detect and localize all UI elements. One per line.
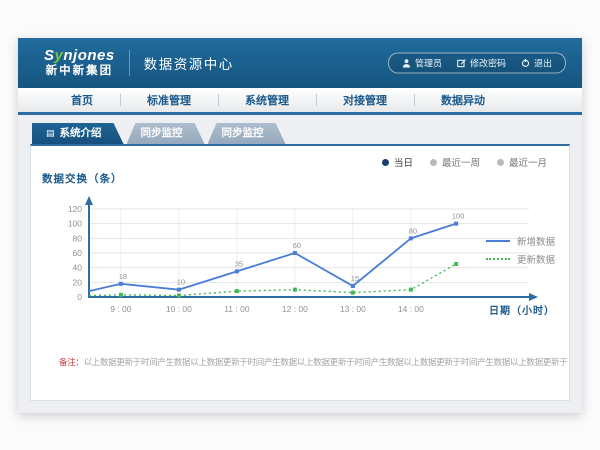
legend-label: 更新数据 <box>517 252 555 266</box>
logout-button[interactable]: 退出 <box>521 57 552 70</box>
change-password-label: 修改密码 <box>470 57 506 70</box>
svg-text:15: 15 <box>351 274 359 283</box>
svg-text:日期（小时）: 日期（小时） <box>489 304 555 317</box>
radio-dot <box>382 159 389 166</box>
radio-label: 当日 <box>394 155 413 169</box>
legend-label: 新增数据 <box>517 234 555 248</box>
tab-label: 同步监控 <box>141 123 183 144</box>
nav-item-integration-mgmt[interactable]: 对接管理 <box>316 92 414 108</box>
footnote: 备注：以上数据更新于时间产生数据以上数据更新于时间产生数据以上数据更新于时间产生… <box>59 356 567 368</box>
radio-dot <box>497 159 504 166</box>
tab-label: 同步监控 <box>222 123 264 144</box>
footnote-prefix: 备注： <box>59 357 84 367</box>
content-area: ▤ 系统介绍 同步监控 同步监控 当日 最近一周 最近一月 数据交换（条） 02… <box>18 115 582 413</box>
radio-today[interactable]: 当日 <box>382 155 413 169</box>
logout-label: 退出 <box>534 57 552 70</box>
svg-text:14 : 00: 14 : 00 <box>398 304 424 314</box>
user-label: 管理员 <box>415 57 442 70</box>
document-icon: ▤ <box>46 129 55 138</box>
page-title: 数据资源中心 <box>144 53 234 73</box>
svg-text:35: 35 <box>235 259 243 268</box>
browser-page: Synjones 新中新集团 数据资源中心 管理员 修改密码 退出 首页 标准管… <box>18 38 582 413</box>
tab-bar: ▤ 系统介绍 同步监控 同步监控 <box>32 123 570 144</box>
tab-system-intro[interactable]: ▤ 系统介绍 <box>32 123 124 144</box>
svg-text:18: 18 <box>119 272 127 281</box>
svg-text:40: 40 <box>73 263 83 273</box>
power-icon <box>521 59 530 68</box>
footnote-text: 以上数据更新于时间产生数据以上数据更新于时间产生数据以上数据更新于时间产生数据以… <box>84 357 568 367</box>
logo-subtitle: 新中新集团 <box>44 65 115 78</box>
company-logo[interactable]: Synjones 新中新集团 <box>44 48 115 77</box>
radio-label: 最近一周 <box>442 155 480 169</box>
user-menu: 管理员 修改密码 退出 <box>388 53 566 74</box>
nav-item-data-change[interactable]: 数据异动 <box>414 92 512 108</box>
logo-text: Synjones <box>44 48 115 65</box>
svg-text:20: 20 <box>73 277 83 287</box>
chart-legend: 新增数据 更新数据 <box>486 232 555 268</box>
nav-item-system-mgmt[interactable]: 系统管理 <box>218 92 316 108</box>
tab-sync-monitor-1[interactable]: 同步监控 <box>127 123 205 144</box>
svg-text:12 : 00: 12 : 00 <box>282 304 308 314</box>
header-divider <box>129 50 130 76</box>
svg-text:10 : 00: 10 : 00 <box>166 304 192 314</box>
svg-text:120: 120 <box>68 204 82 214</box>
app-header: Synjones 新中新集团 数据资源中心 管理员 修改密码 退出 <box>18 38 582 88</box>
page-background: { "header": { "logo": {"part1": "S", "pa… <box>0 0 600 450</box>
edit-icon <box>457 59 466 68</box>
chart-panel: 当日 最近一周 最近一月 数据交换（条） 0204060801001209 : … <box>30 144 570 401</box>
svg-text:60: 60 <box>73 248 83 258</box>
svg-text:11 : 00: 11 : 00 <box>224 304 250 314</box>
svg-text:100: 100 <box>68 219 82 229</box>
svg-text:80: 80 <box>409 226 417 235</box>
svg-text:0: 0 <box>77 292 82 302</box>
change-password-button[interactable]: 修改密码 <box>457 57 506 70</box>
tab-label: 系统介绍 <box>60 123 102 144</box>
radio-dot <box>430 159 437 166</box>
time-range-filter: 当日 最近一周 最近一月 <box>382 155 547 169</box>
dotted-line-sample <box>486 258 510 260</box>
legend-item-new-data[interactable]: 新增数据 <box>486 232 555 250</box>
nav-item-standard-mgmt[interactable]: 标准管理 <box>120 92 218 108</box>
svg-text:9 : 00: 9 : 00 <box>110 304 132 314</box>
main-nav: 首页 标准管理 系统管理 对接管理 数据异动 <box>18 88 582 115</box>
person-icon <box>402 59 411 68</box>
svg-text:13 : 00: 13 : 00 <box>340 304 366 314</box>
nav-item-home[interactable]: 首页 <box>44 92 120 108</box>
svg-text:100: 100 <box>452 212 465 221</box>
radio-label: 最近一月 <box>509 155 547 169</box>
current-user-button[interactable]: 管理员 <box>402 57 442 70</box>
legend-item-updated-data[interactable]: 更新数据 <box>486 250 555 268</box>
svg-text:60: 60 <box>293 241 301 250</box>
radio-last-month[interactable]: 最近一月 <box>497 155 547 169</box>
svg-text:10: 10 <box>177 278 185 287</box>
radio-last-week[interactable]: 最近一周 <box>430 155 480 169</box>
tab-sync-monitor-2[interactable]: 同步监控 <box>208 123 286 144</box>
solid-line-sample <box>486 240 510 242</box>
svg-text:80: 80 <box>73 233 83 243</box>
